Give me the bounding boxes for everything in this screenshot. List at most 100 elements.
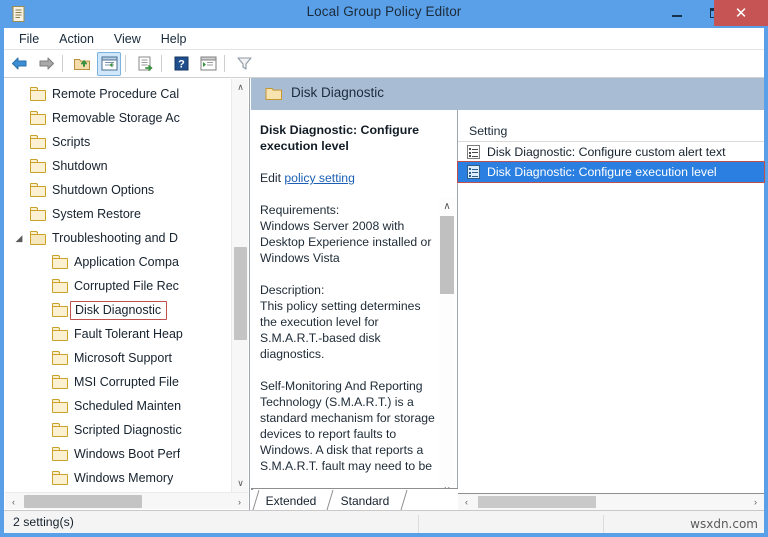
back-button[interactable] — [7, 52, 31, 76]
menu-view[interactable]: View — [105, 30, 150, 48]
tree-item[interactable]: Removable Storage Ac — [4, 106, 232, 130]
arrow-left-icon — [11, 57, 26, 70]
console-tree-icon — [101, 56, 117, 71]
tree-item-label: Scripts — [52, 135, 91, 149]
tree-vertical-scrollbar[interactable]: ∧ ∨ — [231, 79, 248, 492]
tree-item[interactable]: Microsoft Support — [4, 346, 232, 370]
tree-item-label: Removable Storage Ac — [52, 111, 180, 125]
tree-scroll-left-button[interactable]: ‹ — [5, 493, 22, 510]
tree-item[interactable]: Windows Boot Perf — [4, 442, 232, 466]
tree-item[interactable]: Remote Procedure Cal — [4, 82, 232, 106]
settings-scroll-right-button[interactable]: › — [747, 494, 764, 510]
minimize-icon — [672, 15, 682, 17]
settings-hscroll-thumb[interactable] — [478, 496, 596, 508]
settings-list-row[interactable]: Disk Diagnostic: Configure execution lev… — [457, 161, 765, 183]
pane-tabs: Extended Standard — [251, 488, 458, 511]
export-list-icon — [138, 56, 153, 71]
extended-scroll-up-button[interactable]: ∧ — [439, 198, 455, 214]
title-bar: Local Group Policy Editor ✕ — [0, 0, 768, 28]
folder-icon — [52, 255, 68, 269]
policy-setting-link[interactable]: policy setting — [284, 171, 354, 185]
help-button[interactable]: ? — [169, 52, 193, 76]
tree-scroll-right-button[interactable]: › — [231, 493, 248, 510]
tree-item[interactable]: System Restore — [4, 202, 232, 226]
tab-standard-label: Standard — [340, 494, 390, 508]
menu-action[interactable]: Action — [50, 30, 103, 48]
expand-collapse-triangle-icon[interactable]: ◢ — [12, 233, 26, 244]
tree-item[interactable]: Scripted Diagnostic — [4, 418, 232, 442]
tree-item[interactable]: MSI Corrupted File — [4, 370, 232, 394]
policy-setting-icon — [467, 145, 480, 159]
close-icon: ✕ — [734, 4, 748, 22]
extended-help-text: Disk Diagnostic: Configure execution lev… — [260, 122, 437, 474]
folder-icon — [52, 351, 68, 365]
folder-icon — [30, 135, 46, 149]
tree-scroll-up-button[interactable]: ∧ — [232, 79, 249, 96]
folder-icon — [52, 303, 68, 317]
tree-item-label: Remote Procedure Cal — [52, 87, 180, 101]
show-hide-console-tree-button[interactable] — [97, 51, 121, 76]
settings-scroll-left-button[interactable]: ‹ — [458, 494, 475, 510]
help-icon: ? — [174, 56, 188, 71]
toolbar: ? — [4, 50, 764, 78]
folder-icon — [52, 423, 68, 437]
folder-up-icon — [74, 58, 90, 70]
show-action-pane-button[interactable] — [196, 52, 220, 76]
status-bar: 2 setting(s) wsxdn.com — [4, 510, 764, 533]
tree-item[interactable]: ◢ Troubleshooting and D — [4, 226, 232, 250]
tree-item[interactable]: Scripts — [4, 130, 232, 154]
column-header-setting[interactable]: Setting — [458, 124, 507, 138]
settings-list[interactable]: Disk Diagnostic: Configure custom alert … — [457, 142, 765, 183]
folder-icon — [52, 375, 68, 389]
settings-list-row[interactable]: Disk Diagnostic: Configure custom alert … — [458, 142, 764, 162]
tree-item[interactable]: Fault Tolerant Heap — [4, 322, 232, 346]
folder-icon — [52, 327, 68, 341]
export-list-button[interactable] — [133, 52, 157, 76]
tree-item-label: Fault Tolerant Heap — [74, 327, 183, 341]
tree-item[interactable]: Disk Diagnostic — [4, 298, 232, 322]
tree-horizontal-scrollbar[interactable]: ‹ › — [5, 492, 248, 509]
main-content: Remote Procedure Cal Removable Storage Ac… — [4, 78, 765, 511]
filter-button[interactable] — [232, 52, 256, 76]
tree-item[interactable]: Windows Memory — [4, 466, 232, 490]
folder-icon — [30, 183, 46, 197]
tree-item-label: Shutdown Options — [52, 183, 155, 197]
tree-hscroll-thumb[interactable] — [24, 495, 142, 508]
tree-vscroll-thumb[interactable] — [234, 247, 247, 340]
description-paragraph-2: Self-Monitoring And Reporting Technology… — [260, 379, 435, 473]
up-one-level-button[interactable] — [70, 52, 94, 76]
tree-item[interactable]: Application Compa — [4, 250, 232, 274]
extended-vscroll-thumb[interactable] — [440, 216, 454, 294]
edit-policy-line: Edit policy setting — [260, 170, 437, 186]
requirements-heading: Requirements: — [260, 203, 340, 217]
tree-item-label: Scripted Diagnostic — [74, 423, 182, 437]
tree-item-label: Application Compa — [74, 255, 179, 269]
tab-standard[interactable]: Standard — [329, 491, 401, 511]
tree-item[interactable]: Corrupted File Rec — [4, 274, 232, 298]
menu-bar: File Action View Help — [4, 28, 764, 50]
menu-file[interactable]: File — [10, 30, 48, 48]
forward-button[interactable] — [34, 52, 58, 76]
tree-item[interactable]: Shutdown — [4, 154, 232, 178]
action-pane-icon — [200, 56, 216, 71]
folder-icon — [30, 111, 46, 125]
close-button[interactable]: ✕ — [714, 0, 768, 26]
tree-item[interactable]: Scheduled Mainten — [4, 394, 232, 418]
extended-help-scrollbar[interactable]: ∧ ∨ — [439, 198, 455, 498]
settings-list-row-label: Disk Diagnostic: Configure execution lev… — [487, 165, 717, 179]
tree-item[interactable]: Shutdown Options — [4, 178, 232, 202]
menu-help[interactable]: Help — [152, 30, 196, 48]
tab-extended[interactable]: Extended — [255, 491, 327, 511]
folder-icon — [52, 447, 68, 461]
console-tree[interactable]: Remote Procedure Cal Removable Storage Ac… — [4, 82, 232, 510]
tree-item-label: Windows Boot Perf — [74, 447, 181, 461]
tree-item-label: MSI Corrupted File — [74, 375, 179, 389]
minimize-button[interactable] — [661, 0, 693, 26]
filter-funnel-icon — [236, 57, 252, 70]
tree-scroll-down-button[interactable]: ∨ — [232, 475, 249, 492]
group-policy-editor-window: Local Group Policy Editor ✕ File Action … — [0, 0, 768, 537]
toolbar-separator — [125, 55, 126, 72]
settings-horizontal-scrollbar[interactable]: ‹ › — [458, 493, 764, 510]
